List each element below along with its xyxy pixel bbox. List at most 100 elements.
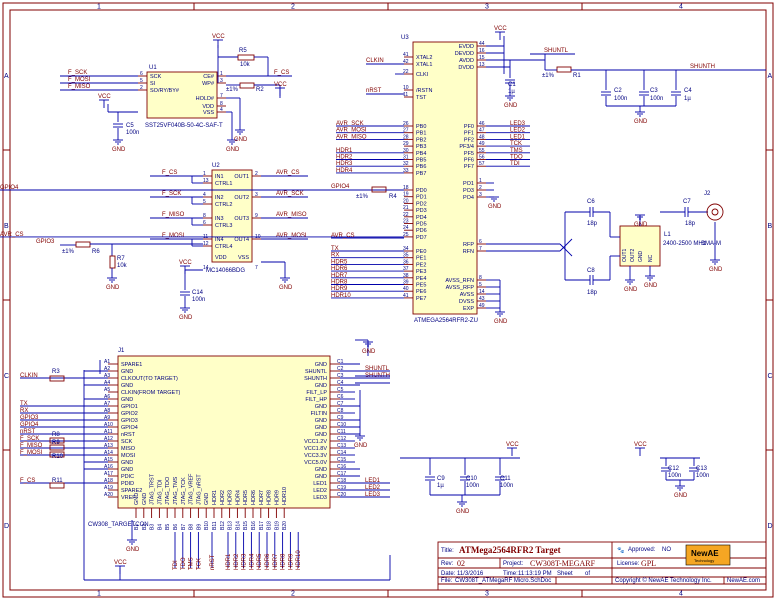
j1-pin-gpio1: GPIO1 xyxy=(121,404,138,410)
j1-pin-jtag-tms: JTAG_TMS xyxy=(173,476,179,505)
u1-flash-chip: U1 SST25VF040B-50-4C-SAF-T 6 SCK 5 SI 2 SO/RY… xyxy=(60,45,292,140)
frame-row-label-A: A xyxy=(768,73,773,80)
u2-pin-ctrl1: CTRL1 xyxy=(215,181,232,187)
r10-ref: R10 xyxy=(52,454,64,460)
j2-part: SMA-M xyxy=(701,241,721,247)
net-rx: RX xyxy=(20,408,28,414)
u2-pin-ctrl3: CTRL3 xyxy=(215,223,232,229)
u3-pin-dvdd: DVDD xyxy=(458,65,474,71)
approved-value: NO xyxy=(662,547,671,553)
j1-pin-jtag-nrst: JTAG_nRST xyxy=(196,474,202,505)
u1-pin-num: 3 xyxy=(220,78,223,84)
net-shunth: SHUNTH xyxy=(690,64,715,70)
u3-pin-pd6: PD6 xyxy=(416,228,427,234)
project-value: CW308T-MEGARF xyxy=(530,559,596,568)
net-hdr2: HDR2 xyxy=(234,553,240,570)
u3-pin-pb7: PB7 xyxy=(416,171,426,177)
newae-logo-sub: Technology xyxy=(694,558,714,563)
j1-pin-vcc1-2v: VCC1.2V xyxy=(304,439,327,445)
u3-pin-po1: PO1 xyxy=(463,181,474,187)
c3-value: 100n xyxy=(650,96,663,102)
u3-pin-num: 46 xyxy=(479,121,485,127)
net-avr-cs: AVR_CS xyxy=(331,233,355,239)
j1-pin-mosi: MOSI xyxy=(121,453,136,459)
u3-pin-clki: CLKI xyxy=(416,72,429,78)
u3-pin-tst: TST xyxy=(416,95,427,101)
net-gpio4: GPIO4 xyxy=(0,185,19,191)
vcc-label: VCC xyxy=(274,82,287,88)
u2-pin-vss: VSS xyxy=(238,255,249,261)
j1-pin-gnd: GND xyxy=(121,383,133,389)
net-nrst: nRST xyxy=(366,88,382,94)
u3-pin-xtal1: XTAL1 xyxy=(416,62,432,68)
u3-pin-xtal2: XTAL2 xyxy=(416,55,432,61)
j1-pin-jtag-vref: JTAG_VREF xyxy=(189,473,195,505)
u3-pin-num: 41 xyxy=(403,52,409,58)
c1-value: 1µ xyxy=(508,89,515,95)
license-value: GPL xyxy=(641,559,656,568)
u3-pin-pe4: PE4 xyxy=(416,276,426,282)
j1-pin-gnd: GND xyxy=(134,493,140,505)
j1-pin-num: B17 xyxy=(259,521,265,530)
j1-pin-hdr4: HDR4 xyxy=(235,490,241,505)
r11-ref: R11 xyxy=(52,478,63,484)
time-label: Time: xyxy=(503,571,518,577)
u3-pin-num: 6 xyxy=(479,239,482,245)
project-label: Project: xyxy=(503,561,524,567)
c14-value: 100n xyxy=(192,297,205,303)
u3-pin-pe1: PE1 xyxy=(416,256,426,262)
u2-analog-switch: U2 MC14066BDG 1 IN1 13 CTRL1 F_CS 4 IN2 5 CTRL2 F… xyxy=(36,163,308,308)
net-led1: LED1 xyxy=(510,134,526,140)
net-f-cs: F_CS xyxy=(274,70,289,76)
u3-pin-pe6: PE6 xyxy=(416,289,426,295)
j1-pin-led3: LED3 xyxy=(313,495,327,501)
c7-ref: C7 xyxy=(683,199,691,205)
license-label: License: xyxy=(617,561,640,567)
j1-pin-nrst: nRST xyxy=(121,432,136,438)
j2-sma-connector xyxy=(706,203,724,221)
frame-row-label-C: C xyxy=(4,373,9,380)
j1-target-connector: J1 CW308_TARGETCON A1 SPARE1A2 GNDA3 CLKOUT… xyxy=(20,339,391,581)
u3-pin-num: 43 xyxy=(479,296,485,302)
r5-ref: R5 xyxy=(239,48,247,54)
u3-pin-num: 44 xyxy=(479,41,485,47)
u3-pin-num: 29 xyxy=(403,141,409,147)
j1-pin-num: B5 xyxy=(165,524,171,530)
c10-value: 100n xyxy=(466,483,479,489)
u3-pin-rstn: /RSTN xyxy=(416,88,433,94)
frame-row-label-C: C xyxy=(768,373,773,380)
j1-pin-sck: SCK xyxy=(121,439,133,445)
u3-pin-pf5: PF5 xyxy=(464,151,474,157)
j1-pin-pdid: PDID xyxy=(121,481,134,487)
r4-resistor xyxy=(371,186,387,193)
newae-logo-text: NewAE xyxy=(691,549,719,558)
j1-pin-hdr2: HDR2 xyxy=(220,490,226,505)
j1-pin-num: A20 xyxy=(104,492,113,498)
net-hdr4: HDR4 xyxy=(336,168,353,174)
net-avr-miso: AVR_MISO xyxy=(336,134,367,140)
u3-pin-devdd: DEVDD xyxy=(455,51,474,57)
u3-pin-pd7: PD7 xyxy=(416,235,427,241)
j1-pin-num: B6 xyxy=(173,524,179,530)
r8-ref: R8 xyxy=(52,432,60,438)
gnd-label: GND xyxy=(634,119,648,125)
vcc-label: VCC xyxy=(179,260,192,266)
j1-pin-shunth: SHUNTH xyxy=(304,376,327,382)
net-hdr8: HDR8 xyxy=(281,553,287,570)
r2-resistor xyxy=(239,82,255,89)
file-label: File: xyxy=(441,578,453,584)
net-tdo: TDO xyxy=(181,557,187,570)
approved-label: Approved: xyxy=(628,547,656,553)
balun-nc: NC xyxy=(648,254,654,262)
u3-pin-pe5: PE5 xyxy=(416,283,426,289)
net-hdr4: HDR4 xyxy=(249,553,255,570)
net-avr-sck: AVR_SCK xyxy=(336,121,364,127)
net-tdo: TDO xyxy=(510,155,523,161)
gnd-label: GND xyxy=(234,137,248,143)
u3-pin-num: 20 xyxy=(403,198,409,204)
j1-pin-gnd: GND xyxy=(315,418,327,424)
u1-ref: U1 xyxy=(149,65,157,71)
u2-pin-num: 3 xyxy=(255,192,258,198)
u1-part: SST25VF040B-50-4C-SAF-T xyxy=(145,123,223,129)
net-hdr8: HDR8 xyxy=(331,280,348,286)
